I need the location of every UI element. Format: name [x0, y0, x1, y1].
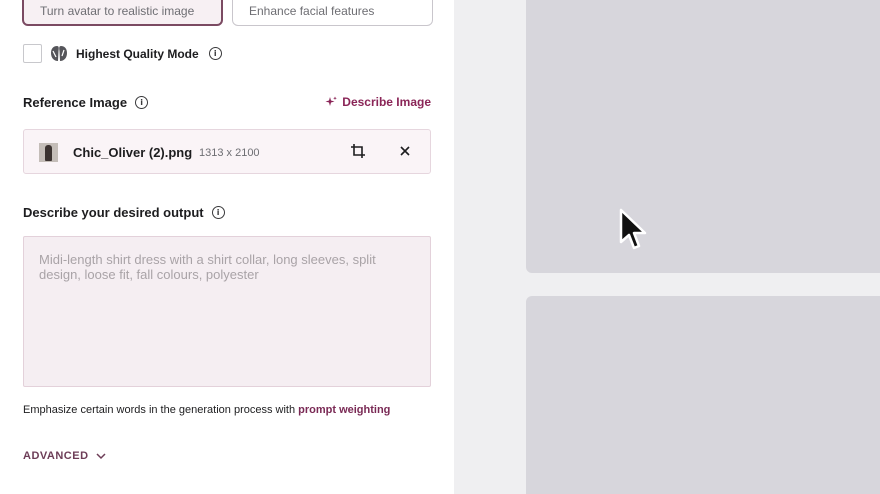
desired-output-heading: Describe your desired output i: [23, 205, 225, 220]
option-realistic-image-label: Turn avatar to realistic image: [40, 4, 195, 18]
result-placeholder[interactable]: [526, 296, 880, 494]
desired-output-title: Describe your desired output: [23, 205, 204, 220]
crop-icon[interactable]: [350, 143, 366, 159]
prompt-weighting-link[interactable]: prompt weighting: [298, 404, 390, 416]
reference-image-heading: Reference Image i: [23, 95, 149, 110]
option-enhance-facial-label: Enhance facial features: [249, 4, 375, 18]
settings-panel: Turn avatar to realistic image Enhance f…: [0, 0, 454, 494]
prompt-weighting-hint: Emphasize certain words in the generatio…: [23, 404, 390, 416]
highest-quality-row: Highest Quality Mode i: [23, 44, 222, 63]
close-icon[interactable]: [398, 144, 412, 158]
highest-quality-label: Highest Quality Mode: [76, 46, 199, 61]
reference-file-card: Chic_Oliver (2).png 1313 x 2100: [23, 129, 431, 174]
file-thumbnail: [39, 143, 58, 162]
option-realistic-image[interactable]: Turn avatar to realistic image: [22, 0, 223, 26]
sparkle-icon: [325, 96, 338, 106]
describe-image-button[interactable]: Describe Image: [325, 95, 431, 109]
prompt-input[interactable]: [23, 236, 431, 387]
file-name: Chic_Oliver (2).png: [73, 145, 193, 160]
mouse-cursor-icon: [619, 208, 647, 250]
info-icon[interactable]: i: [211, 206, 225, 219]
option-enhance-facial[interactable]: Enhance facial features: [232, 0, 433, 26]
info-icon[interactable]: i: [208, 47, 222, 60]
file-dimensions: 1313 x 2100: [199, 147, 260, 159]
advanced-toggle[interactable]: ADVANCED: [23, 450, 106, 462]
describe-image-label: Describe Image: [342, 95, 431, 109]
info-icon[interactable]: i: [135, 96, 149, 109]
chevron-down-icon: [96, 453, 106, 460]
reference-image-title: Reference Image: [23, 95, 128, 110]
result-placeholder[interactable]: [526, 0, 880, 273]
hint-text: Emphasize certain words in the generatio…: [23, 404, 299, 416]
advanced-label: ADVANCED: [23, 450, 89, 462]
highest-quality-checkbox[interactable]: [23, 44, 42, 63]
quality-logo-icon: [50, 45, 68, 63]
